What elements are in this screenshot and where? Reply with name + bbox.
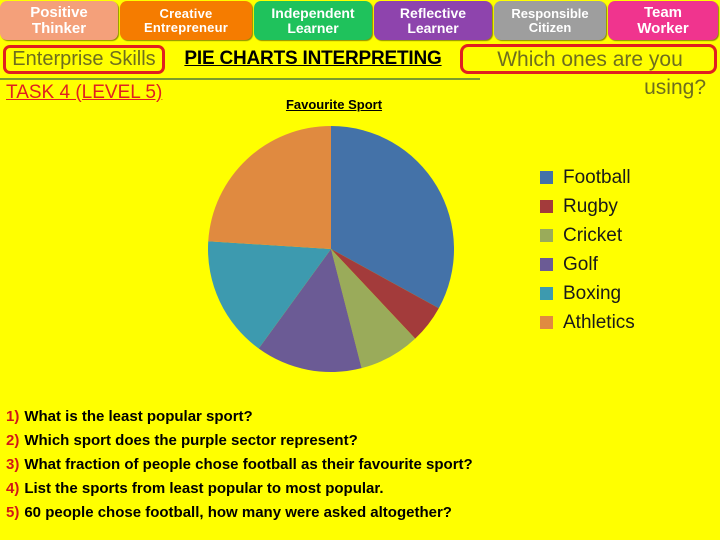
banner-reflective-learner-line1: Reflective (399, 5, 467, 22)
legend-swatch-cricket (540, 229, 553, 242)
enterprise-skills-callout: Enterprise Skills (3, 45, 165, 74)
prompt-line-2: using? (644, 76, 706, 99)
legend-swatch-football (540, 171, 553, 184)
banner-reflective-learner[interactable]: Reflective Learner (374, 1, 492, 40)
question-item: 4) List the sports from least popular to … (6, 480, 706, 504)
legend-label-rugby: Rugby (563, 195, 618, 217)
legend-swatch-golf (540, 258, 553, 271)
banner-creative-entrepreneur-line2: Entrepreneur (143, 19, 229, 35)
question-text: What fraction of people chose football a… (24, 456, 473, 473)
question-text: Which sport does the purple sector repre… (24, 432, 358, 449)
question-number: 2) (6, 432, 20, 449)
chart-title: Favourite Sport (285, 97, 383, 112)
legend-item-golf: Golf (540, 250, 700, 279)
pie-chart-svg (207, 126, 455, 373)
legend-item-athletics: Athletics (540, 308, 700, 337)
learning-skills-banner-strip: Positive Thinker Creative Entrepreneur I… (0, 0, 720, 40)
legend-label-football: Football (563, 166, 631, 188)
legend-swatch-rugby (540, 200, 553, 213)
question-text: List the sports from least popular to mo… (24, 480, 384, 497)
legend-label-boxing: Boxing (563, 282, 622, 304)
banner-creative-entrepreneur[interactable]: Creative Entrepreneur (120, 1, 252, 40)
banner-positive-thinker-line1: Positive (30, 4, 88, 22)
banner-responsible-citizen-line1: Responsible (511, 6, 589, 22)
legend-item-cricket: Cricket (540, 221, 700, 250)
banner-reflective-learner-line2: Learner (407, 19, 459, 36)
legend-item-football: Football (540, 163, 700, 192)
chart-legend: Football Rugby Cricket Golf Boxing Athletics (540, 163, 700, 337)
banner-creative-entrepreneur-line1: Creative (159, 6, 213, 22)
question-text: 60 people chose football, how many were … (24, 504, 452, 521)
banner-responsible-citizen[interactable]: Responsible Citizen (494, 1, 606, 40)
banner-independent-learner-line2: Learner (287, 19, 339, 36)
pie-slice-athletics (208, 126, 331, 249)
task-level-label: TASK 4 (LEVEL 5) (6, 82, 163, 103)
question-item: 5) 60 people chose football, how many wer… (6, 504, 706, 528)
legend-label-athletics: Athletics (563, 311, 635, 333)
pie-chart (207, 125, 455, 373)
horizontal-divider (0, 78, 480, 80)
banner-independent-learner-line1: Independent (271, 5, 355, 22)
legend-item-rugby: Rugby (540, 192, 700, 221)
legend-label-cricket: Cricket (563, 224, 623, 246)
banner-team-worker-line1: Team (643, 4, 683, 22)
legend-swatch-boxing (540, 287, 553, 300)
questions-list: 1) What is the least popular sport? 2) Whic… (6, 408, 706, 528)
legend-item-boxing: Boxing (540, 279, 700, 308)
banner-independent-learner[interactable]: Independent Learner (254, 1, 372, 40)
question-number: 3) (6, 456, 20, 473)
banner-positive-thinker[interactable]: Positive Thinker (0, 1, 118, 40)
page-title: PIE CHARTS INTERPRETING (184, 48, 442, 69)
banner-team-worker[interactable]: Team Worker (608, 1, 718, 40)
banner-team-worker-line2: Worker (637, 19, 689, 37)
question-number: 1) (6, 408, 20, 425)
banner-responsible-citizen-line2: Citizen (528, 19, 572, 35)
question-text: What is the least popular sport? (24, 408, 253, 425)
prompt-line-1: Which ones are you (497, 48, 683, 71)
question-item: 1) What is the least popular sport? (6, 408, 706, 432)
question-item: 3) What fraction of people chose football… (6, 456, 706, 480)
question-number: 5) (6, 504, 20, 521)
question-item: 2) Which sport does the purple sector rep… (6, 432, 706, 456)
question-number: 4) (6, 480, 20, 497)
banner-positive-thinker-line2: Thinker (31, 19, 87, 37)
enterprise-skills-label: Enterprise Skills (12, 48, 156, 70)
legend-swatch-athletics (540, 316, 553, 329)
legend-label-golf: Golf (563, 253, 598, 275)
